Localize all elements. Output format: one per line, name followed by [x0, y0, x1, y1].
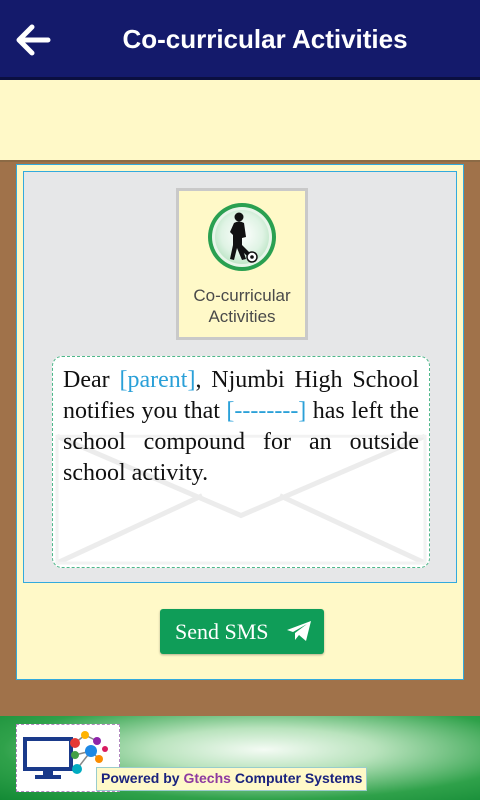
- telegram-send-icon: [287, 621, 311, 641]
- footer: Powered by Gtechs Computer Systems: [0, 716, 480, 800]
- football-player-icon: [208, 203, 276, 271]
- powered-brand: Gtechs: [183, 770, 231, 786]
- student-placeholder: [--------]: [226, 398, 307, 424]
- app-bar: Co-curricular Activities: [0, 0, 480, 80]
- activity-tile[interactable]: Co-curricular Activities: [176, 188, 308, 340]
- tile-label: Co-curricular Activities: [179, 285, 305, 327]
- content-panel: Co-curricular Activities Dear [parent], …: [16, 164, 464, 680]
- send-sms-button[interactable]: Send SMS: [160, 609, 324, 654]
- tile-label-line1: Co-curricular: [193, 286, 291, 305]
- powered-prefix: Powered by: [101, 770, 184, 786]
- tile-label-line2: Activities: [208, 307, 276, 326]
- sms-message-text: Dear [parent], Njumbi High School notifi…: [63, 365, 419, 489]
- back-button[interactable]: [10, 18, 58, 62]
- powered-by-banner: Powered by Gtechs Computer Systems: [96, 767, 368, 791]
- page-title: Co-curricular Activities: [122, 24, 408, 54]
- message-card: Co-curricular Activities Dear [parent], …: [23, 171, 457, 583]
- sms-message-box: Dear [parent], Njumbi High School notifi…: [52, 356, 430, 568]
- header-band: [0, 80, 480, 162]
- parent-placeholder: [parent]: [119, 367, 196, 393]
- arrow-left-icon: [16, 24, 51, 56]
- powered-suffix: Computer Systems: [230, 770, 363, 786]
- send-sms-label: Send SMS: [175, 619, 269, 644]
- message-part1: Dear: [63, 367, 120, 393]
